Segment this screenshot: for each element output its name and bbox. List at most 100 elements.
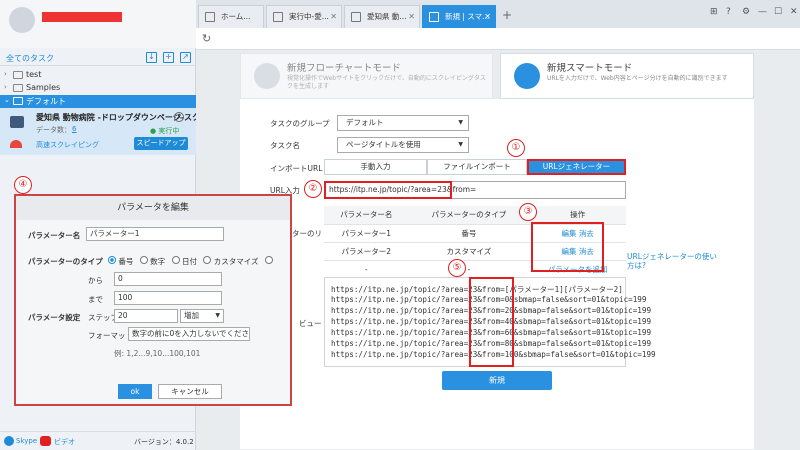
manual-input-button[interactable]: 手動入力	[324, 159, 427, 175]
preview-label: ビュー	[299, 319, 322, 328]
task-card[interactable]: 愛知県 動物病院 -ドロップダウンページ-スクレイ... ✕ データ数： 6 ●…	[0, 108, 225, 155]
all-tasks-label[interactable]: 全てのタスク	[6, 53, 54, 64]
param-name: パラメーター2	[324, 242, 409, 261]
speed-up-button[interactable]: スピードアップ	[134, 137, 188, 150]
param-type: -	[408, 260, 530, 279]
minimize-icon[interactable]: —	[758, 7, 767, 17]
gear-icon[interactable]: ⚙	[742, 7, 750, 17]
group-select[interactable]: デフォルト ▼	[337, 115, 469, 131]
user-header	[0, 0, 196, 48]
tab-home[interactable]: ホーム...	[198, 5, 264, 28]
chevron-down-icon: ▼	[458, 119, 463, 126]
add-icon[interactable]: +	[163, 52, 174, 63]
tree-item-test[interactable]: › test	[0, 69, 196, 82]
from-input[interactable]: 0	[114, 272, 222, 286]
export-icon[interactable]: ↗	[180, 52, 191, 63]
param-setting-label: パラメータ設定	[28, 313, 81, 322]
skype-link[interactable]: Skype	[16, 437, 37, 445]
file-import-button[interactable]: ファイルインポート	[427, 159, 527, 175]
tab-aichi[interactable]: 愛知県 動... ✕	[344, 5, 420, 28]
radio-custom-label: カスタマイズ	[213, 257, 259, 266]
task-name-select-value: ページタイトルを使用	[346, 140, 421, 149]
sidebar-footer: Skype ビデオ バージョン：4.0.2	[0, 431, 196, 450]
url-generator-help-link[interactable]: URLジェネレーターの使い方は?	[627, 252, 717, 270]
robot-icon	[10, 116, 24, 128]
skype-icon[interactable]	[4, 436, 14, 446]
close-icon[interactable]: ✕	[174, 112, 184, 122]
import-icon[interactable]: ↓	[146, 52, 157, 63]
radio-digit-label: 数字	[150, 257, 166, 266]
step-input[interactable]: 20	[114, 309, 178, 323]
create-button[interactable]: 新規	[442, 371, 552, 390]
tree-item-label: デフォルト	[26, 97, 66, 106]
data-count-label: データ数：	[36, 126, 71, 134]
preview-highlight-box	[469, 277, 514, 367]
tab-label: 新規 | スマ...	[445, 12, 490, 21]
task-name-select[interactable]: ページタイトルを使用 ▼	[337, 137, 469, 153]
window-close-icon[interactable]: ✕	[790, 7, 798, 17]
help-icon[interactable]: ?	[726, 7, 731, 17]
video-link[interactable]: ビデオ	[54, 437, 75, 447]
chevron-right-icon: ›	[4, 83, 7, 91]
video-icon[interactable]	[40, 436, 51, 446]
param-name-input[interactable]: パラメーター1	[86, 227, 224, 241]
col-type: パラメーターのタイプ	[408, 206, 530, 225]
gift-icon[interactable]: ⊞	[710, 7, 718, 17]
dialog-footer	[16, 378, 290, 404]
tab-bar: ホーム... 実行中-愛... ✕ 愛知県 動... ✕ 新規 | スマ... …	[196, 0, 800, 28]
group-select-value: デフォルト	[346, 118, 384, 127]
refresh-icon[interactable]: ↻	[202, 32, 211, 45]
url-generator-button[interactable]: URLジェネレーター	[527, 159, 626, 175]
ok-button[interactable]: ok	[118, 384, 152, 399]
tree-item-label: Samples	[26, 83, 61, 92]
step-mode-select[interactable]: 増加 ▼	[180, 309, 224, 323]
smart-mode-desc: URLを入力だけで、Web内容とページ分けを自動的に識別できます	[547, 75, 728, 82]
dialog-title: パラメータを編集	[16, 196, 290, 220]
flowchart-mode-card[interactable]: 新規フローチャートモード 視覚化操作でWebサイトをクリックだけで、自動的にスク…	[240, 53, 493, 99]
close-icon[interactable]: ✕	[408, 6, 415, 28]
tab-new-smart[interactable]: 新規 | スマ... ✕	[422, 5, 496, 28]
param-type: カスタマイズ	[408, 242, 530, 261]
task-toolbar: 全てのタスク ↓ + ↗	[0, 50, 196, 66]
tab-label: 実行中-愛...	[289, 12, 329, 21]
radio-digit[interactable]	[139, 256, 148, 264]
param-name: -	[324, 260, 409, 279]
chevron-down-icon: ⌄	[4, 96, 10, 104]
annotation-badge-1: ①	[507, 139, 525, 157]
maximize-icon[interactable]: ☐	[774, 7, 782, 17]
radio-date[interactable]	[171, 256, 180, 264]
tab-running[interactable]: 実行中-愛... ✕	[266, 5, 342, 28]
tree-item-samples[interactable]: › Samples	[0, 82, 196, 95]
to-input[interactable]: 100	[114, 291, 222, 305]
ops-highlight-box	[531, 222, 604, 272]
smart-mode-title: 新規スマートモード	[547, 63, 633, 74]
add-tab-icon[interactable]: +	[502, 8, 512, 22]
param-name-label: パラメーター名	[28, 231, 81, 240]
page-icon	[273, 12, 283, 22]
chevron-down-icon: ▼	[458, 141, 463, 148]
folder-icon	[13, 84, 23, 92]
chevron-right-icon: ›	[4, 70, 7, 78]
flowchart-mode-desc: 視覚化操作でWebサイトをクリックだけで、自動的にスクレイピングタスクを生成しま…	[287, 75, 486, 90]
page-icon	[429, 12, 439, 22]
smart-mode-card[interactable]: 新規スマートモード URLを入力だけで、Web内容とページ分けを自動的に識別でき…	[500, 53, 754, 99]
tree-item-label: test	[26, 70, 42, 79]
close-icon[interactable]: ✕	[330, 6, 337, 28]
status-badge: ● 実行中	[150, 127, 180, 135]
format-value: 数字の前に0を入力しないでください	[132, 329, 250, 338]
close-icon[interactable]: ✕	[484, 6, 491, 28]
radio-custom[interactable]	[203, 256, 212, 264]
radio-number[interactable]	[108, 256, 116, 264]
annotation-badge-4: ④	[14, 176, 32, 194]
home-icon	[205, 12, 215, 22]
flowchart-mode-title: 新規フローチャートモード	[287, 63, 401, 74]
avatar[interactable]	[9, 7, 35, 33]
format-select[interactable]: 数字の前に0を入力しないでください	[128, 327, 250, 341]
param-name: パラメーター1	[324, 224, 409, 243]
tab-label: ホーム...	[221, 12, 251, 21]
data-count-value[interactable]: 6	[72, 125, 76, 133]
tree-item-default[interactable]: ⌄ デフォルト	[0, 95, 196, 108]
cancel-button[interactable]: キャンセル	[158, 384, 222, 399]
radio-extra[interactable]	[264, 256, 273, 264]
edit-parameter-dialog: パラメータを編集 パラメーター名 パラメーター1 パラメーターのタイプ 番号 数…	[14, 194, 292, 406]
